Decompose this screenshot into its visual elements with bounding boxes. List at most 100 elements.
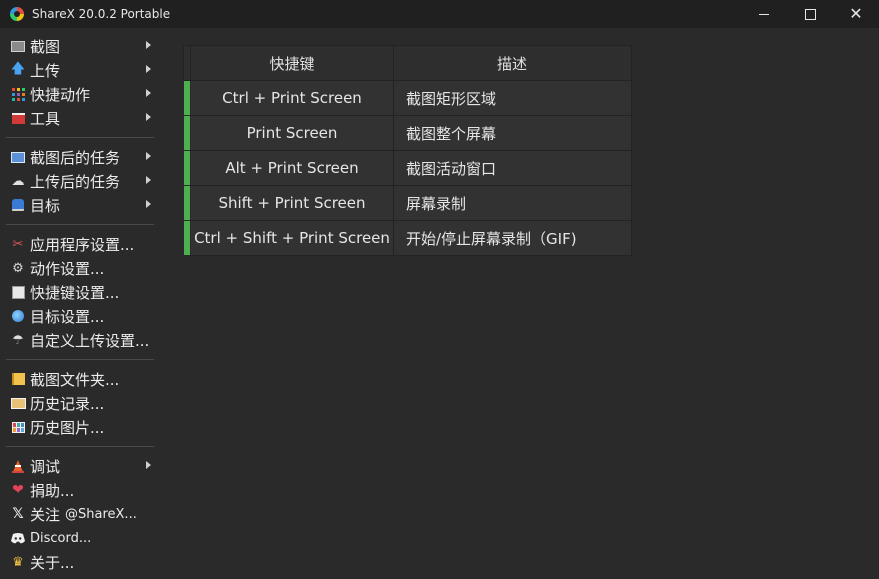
menu-item-tools[interactable]: 工具 bbox=[0, 106, 162, 130]
menu-item-label: 历史图片... bbox=[30, 418, 105, 437]
menu-item-label: 截图后的任务 bbox=[30, 148, 121, 167]
folder-icon bbox=[10, 371, 26, 387]
submenu-arrow-icon bbox=[146, 152, 151, 160]
menu-item-upload[interactable]: 🡅 上传 bbox=[0, 58, 162, 82]
heart-icon: ❤ bbox=[12, 482, 24, 498]
destinations-icon bbox=[10, 197, 26, 213]
after-upload-icon: ☁ bbox=[11, 173, 25, 189]
quick-actions-icon bbox=[10, 86, 26, 102]
table-header-row: 快捷键 描述 bbox=[183, 45, 632, 81]
menu-item-label: 动作设置... bbox=[30, 259, 105, 278]
custom-uploader-icon: ☂ bbox=[12, 332, 24, 348]
submenu-arrow-icon bbox=[146, 65, 151, 73]
menu-item-donate[interactable]: ❤ 捐助... bbox=[0, 478, 162, 502]
menu-item-destinations[interactable]: 目标 bbox=[0, 193, 162, 217]
description-cell: 截图矩形区域 bbox=[393, 80, 632, 116]
menu-item-label: 调试 bbox=[30, 457, 61, 476]
description-cell: 开始/停止屏幕录制（GIF) bbox=[393, 220, 632, 256]
table-row[interactable]: Alt + Print Screen 截图活动窗口 bbox=[183, 150, 632, 186]
after-capture-icon bbox=[10, 149, 26, 165]
menu-item-hotkey-settings[interactable]: 快捷键设置... bbox=[0, 280, 162, 304]
menu-item-label: 历史记录... bbox=[30, 394, 105, 413]
menu-separator bbox=[6, 446, 154, 447]
description-cell: 屏幕录制 bbox=[393, 185, 632, 221]
discord-icon bbox=[10, 530, 26, 546]
menu-item-custom-uploader-settings[interactable]: ☂ 自定义上传设置... bbox=[0, 328, 162, 352]
menu-item-history[interactable]: 历史记录... bbox=[0, 391, 162, 415]
menu-item-label: 目标设置... bbox=[30, 307, 105, 326]
menu-item-quick-actions[interactable]: 快捷动作 bbox=[0, 82, 162, 106]
description-cell: 截图整个屏幕 bbox=[393, 115, 632, 151]
submenu-arrow-icon bbox=[146, 41, 151, 49]
window-controls: ✕ bbox=[741, 0, 879, 28]
menu-item-label: 关于... bbox=[30, 553, 75, 572]
hotkeys-panel: 快捷键 描述 Ctrl + Print Screen 截图矩形区域 Print … bbox=[183, 45, 632, 256]
table-row[interactable]: Ctrl + Print Screen 截图矩形区域 bbox=[183, 80, 632, 116]
menu-item-discord[interactable]: Discord... bbox=[0, 526, 162, 550]
menu-item-label: 关注 bbox=[30, 505, 61, 524]
menu-item-image-history[interactable]: 历史图片... bbox=[0, 415, 162, 439]
submenu-arrow-icon bbox=[146, 89, 151, 97]
menu-item-label: 快捷动作 bbox=[30, 85, 91, 104]
menu-separator bbox=[6, 224, 154, 225]
menu-item-task-settings[interactable]: ⚙ 动作设置... bbox=[0, 256, 162, 280]
hotkey-status-marker bbox=[183, 220, 191, 256]
menu-item-label: 目标 bbox=[30, 196, 61, 215]
menu-item-debug[interactable]: 调试 bbox=[0, 454, 162, 478]
description-column-header[interactable]: 描述 bbox=[393, 45, 632, 81]
menu-item-capture[interactable]: 截图 bbox=[0, 34, 162, 58]
menu-item-label: 捐助... bbox=[30, 481, 75, 500]
hotkey-cell: Print Screen bbox=[190, 115, 394, 151]
menu-item-about[interactable]: ♛ 关于... bbox=[0, 550, 162, 574]
app-settings-icon: ✂ bbox=[12, 236, 24, 252]
submenu-arrow-icon bbox=[146, 461, 151, 469]
debug-cone-icon bbox=[10, 458, 26, 474]
minimize-button[interactable] bbox=[741, 0, 787, 28]
table-row[interactable]: Print Screen 截图整个屏幕 bbox=[183, 115, 632, 151]
menu-separator bbox=[6, 359, 154, 360]
submenu-arrow-icon bbox=[146, 113, 151, 121]
menu-item-label: 自定义上传设置... bbox=[30, 331, 150, 350]
hotkey-status-marker bbox=[183, 80, 191, 116]
hotkey-cell: Ctrl + Shift + Print Screen bbox=[190, 220, 394, 256]
sharex-logo-icon bbox=[10, 7, 24, 21]
menu-item-label: 截图文件夹... bbox=[30, 370, 120, 389]
submenu-arrow-icon bbox=[146, 176, 151, 184]
table-row[interactable]: Shift + Print Screen 屏幕录制 bbox=[183, 185, 632, 221]
menu-item-app-settings[interactable]: ✂ 应用程序设置... bbox=[0, 232, 162, 256]
menu-item-label: 应用程序设置... bbox=[30, 235, 135, 254]
menu-item-label: 截图 bbox=[30, 37, 61, 56]
globe-icon bbox=[10, 308, 26, 324]
hotkey-status-marker bbox=[183, 185, 191, 221]
hotkey-cell: Shift + Print Screen bbox=[190, 185, 394, 221]
menu-item-after-upload-tasks[interactable]: ☁ 上传后的任务 bbox=[0, 169, 162, 193]
hotkey-column-header[interactable]: 快捷键 bbox=[190, 45, 394, 81]
maximize-icon bbox=[804, 8, 816, 20]
keyboard-icon bbox=[10, 284, 26, 300]
close-icon: ✕ bbox=[849, 4, 863, 23]
image-history-icon bbox=[10, 419, 26, 435]
menu-item-after-capture-tasks[interactable]: 截图后的任务 bbox=[0, 145, 162, 169]
menu-item-handle: @ShareX... bbox=[65, 506, 137, 522]
minimize-icon bbox=[759, 13, 769, 15]
menu-item-label: Discord... bbox=[30, 530, 92, 546]
menu-item-destination-settings[interactable]: 目标设置... bbox=[0, 304, 162, 328]
description-cell: 截图活动窗口 bbox=[393, 150, 632, 186]
table-row[interactable]: Ctrl + Shift + Print Screen 开始/停止屏幕录制（GI… bbox=[183, 220, 632, 256]
menu-item-follow-x[interactable]: 𝕏 关注 @ShareX... bbox=[0, 502, 162, 526]
hotkey-status-marker bbox=[183, 150, 191, 186]
maximize-button[interactable] bbox=[787, 0, 833, 28]
hotkey-cell: Ctrl + Print Screen bbox=[190, 80, 394, 116]
hotkey-status-marker bbox=[183, 115, 191, 151]
gear-icon: ⚙ bbox=[12, 260, 24, 276]
screenshot-icon bbox=[10, 38, 26, 54]
title-bar: ShareX 20.0.2 Portable ✕ bbox=[0, 0, 879, 28]
menu-item-screenshots-folder[interactable]: 截图文件夹... bbox=[0, 367, 162, 391]
toolbox-icon bbox=[10, 110, 26, 126]
hotkey-cell: Alt + Print Screen bbox=[190, 150, 394, 186]
menu-item-label: 快捷键设置... bbox=[30, 283, 120, 302]
window-title: ShareX 20.0.2 Portable bbox=[32, 7, 171, 21]
close-button[interactable]: ✕ bbox=[833, 0, 879, 28]
menu-separator bbox=[6, 137, 154, 138]
main-menu: 截图 🡅 上传 快捷动作 工具 截图后的任务 ☁ 上传后的任务 目标 ✂ 应用程… bbox=[0, 34, 162, 574]
